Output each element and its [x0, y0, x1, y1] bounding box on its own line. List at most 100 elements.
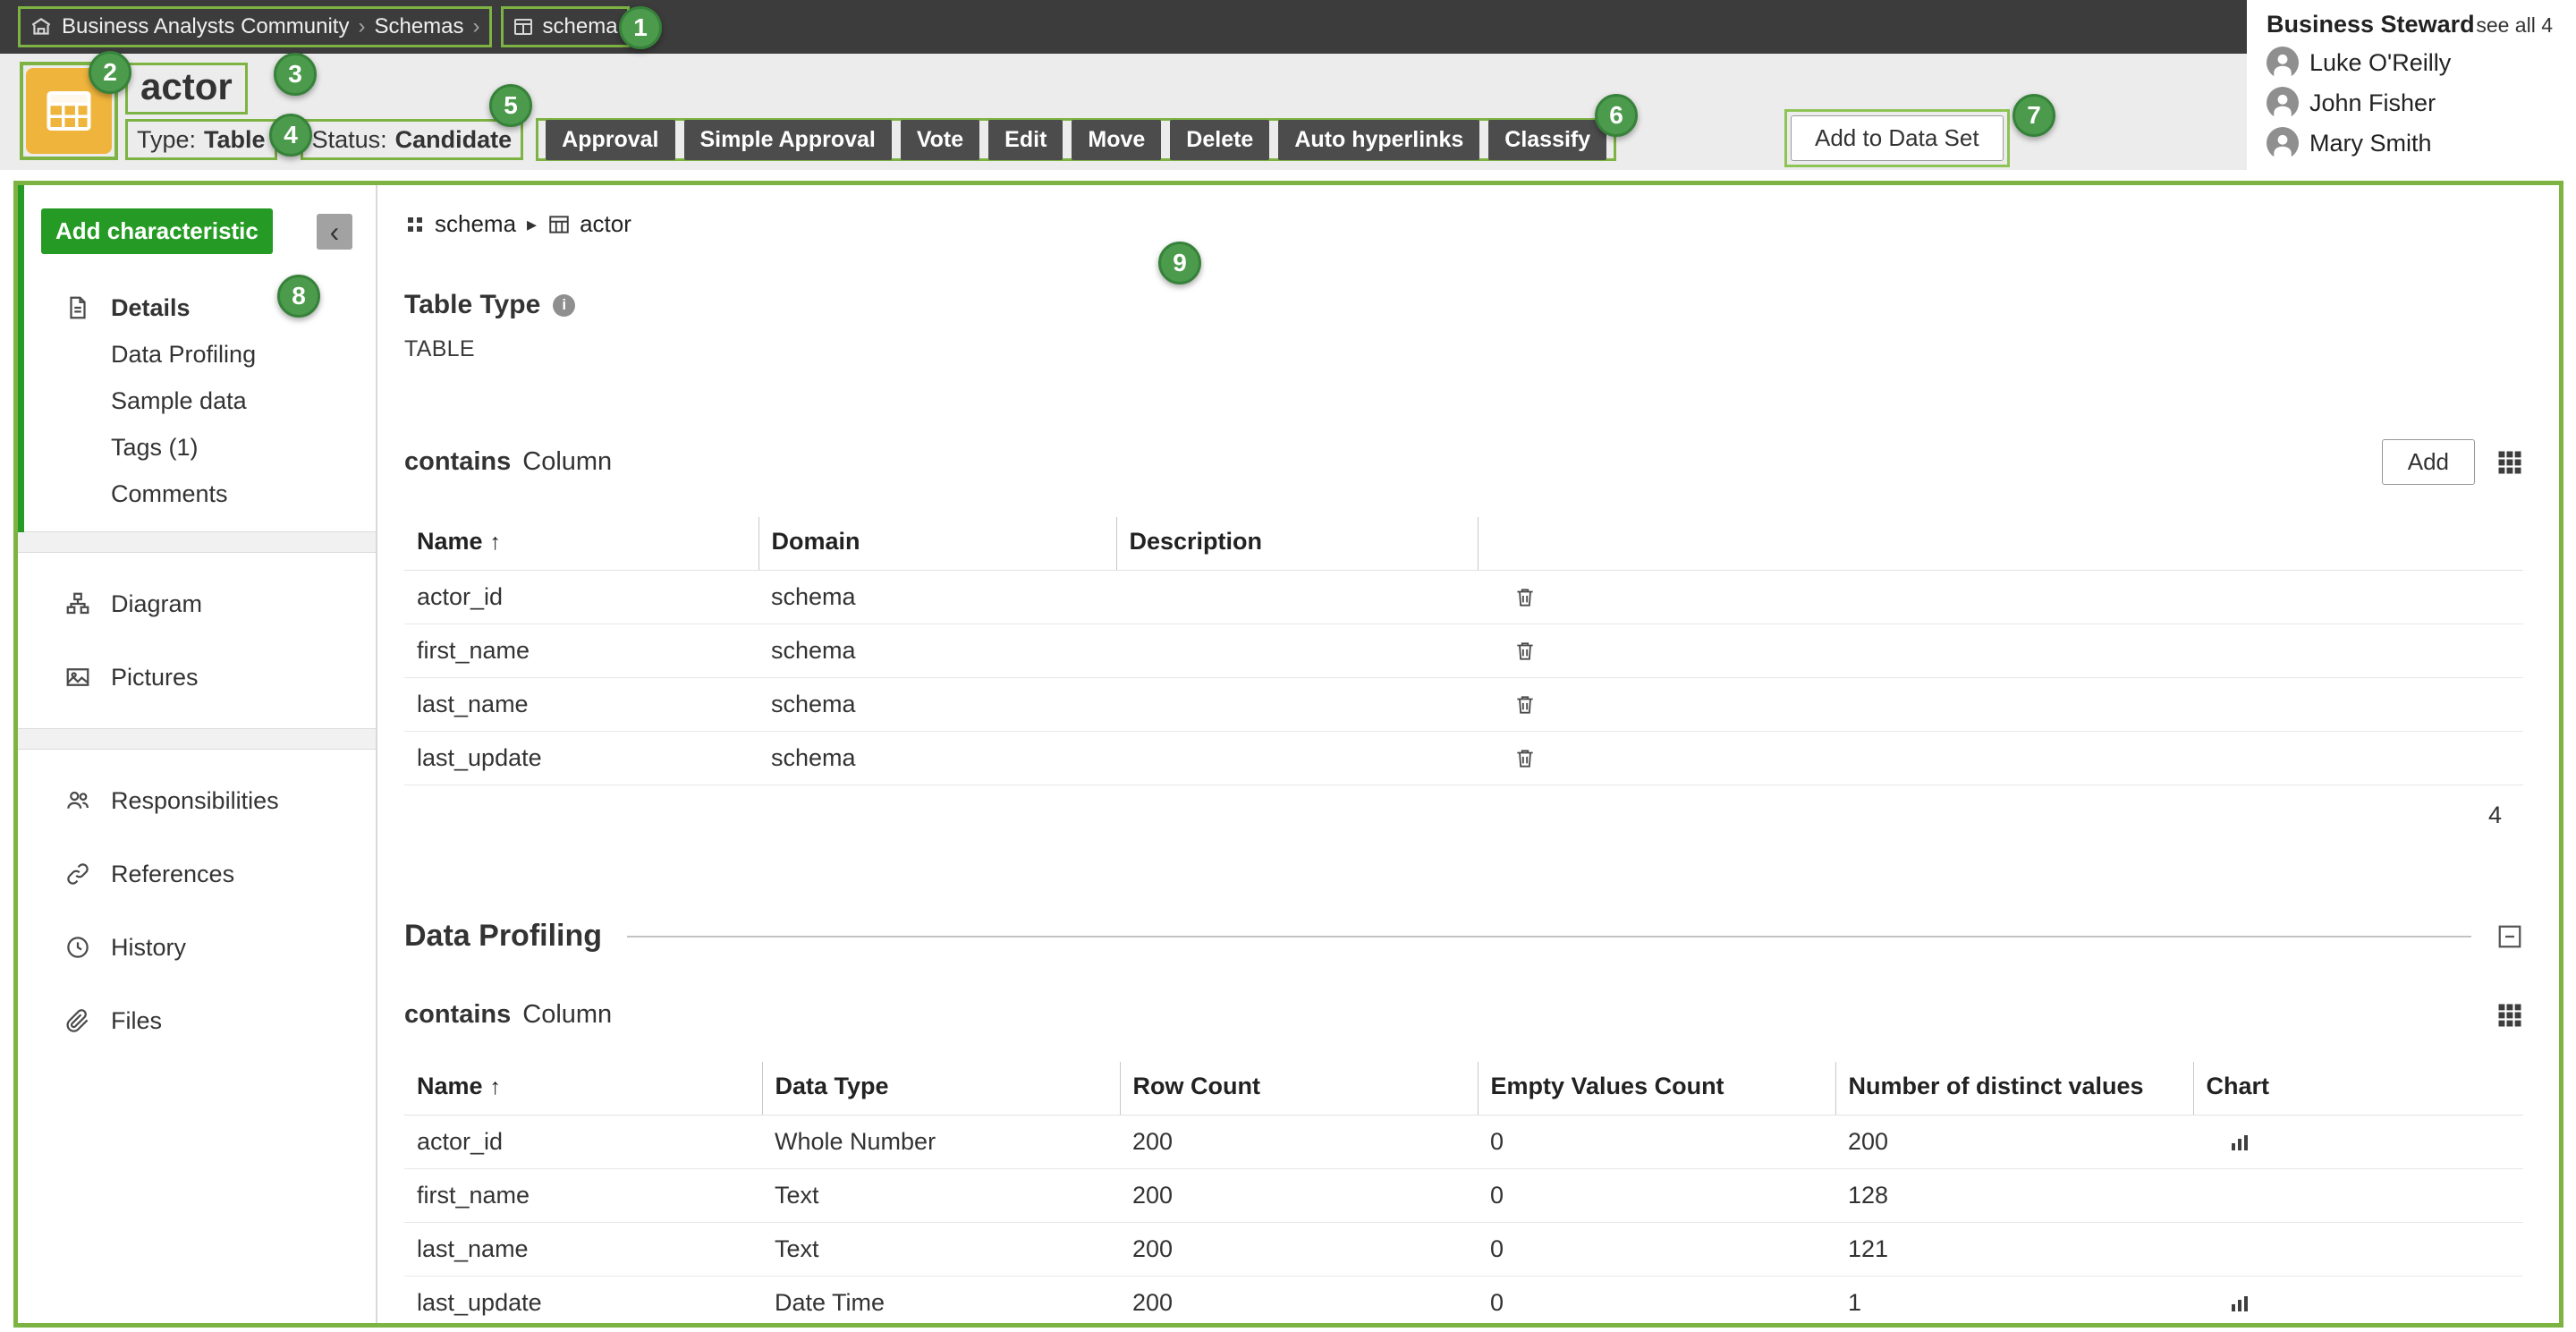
cell-name[interactable]: last_name [404, 1223, 762, 1277]
add-column-button[interactable]: Add [2382, 439, 2475, 485]
sidebar-item-details[interactable]: Details [18, 284, 376, 331]
breadcrumb-schema[interactable]: schema [543, 14, 618, 39]
sidebar-item-label: Responsibilities [111, 787, 279, 815]
sidebar-item-data-profiling[interactable]: Data Profiling [18, 331, 376, 378]
bar-chart-icon[interactable] [2229, 1293, 2250, 1314]
edit-button[interactable]: Edit [988, 120, 1063, 160]
section-title: Data Profiling [404, 919, 602, 954]
status-value: Candidate [395, 126, 513, 154]
info-icon[interactable]: i [553, 294, 575, 317]
crumb-schema[interactable]: schema [435, 210, 516, 238]
auto-hyperlinks-button[interactable]: Auto hyperlinks [1278, 120, 1479, 160]
sidebar-item-sample-data[interactable]: Sample data [18, 378, 376, 424]
approval-button[interactable]: Approval [546, 120, 674, 160]
cell-domain[interactable]: schema [758, 571, 1116, 624]
sidebar-item-files[interactable]: Files [18, 984, 376, 1057]
sidebar-item-responsibilities[interactable]: Responsibilities [18, 764, 376, 837]
column-header-name[interactable]: Name↑ [404, 517, 758, 571]
add-to-dataset-button[interactable]: Add to Data Set [1791, 115, 2004, 161]
header-stack: Business Analysts Community › Schemas › … [0, 0, 2247, 170]
move-button[interactable]: Move [1072, 120, 1161, 160]
vote-button[interactable]: Vote [901, 120, 979, 160]
delete-icon[interactable] [1513, 747, 1537, 770]
cell-domain[interactable]: schema [758, 678, 1116, 732]
sidebar-item-label: Files [111, 1007, 162, 1035]
classify-button[interactable]: Classify [1488, 120, 1606, 160]
asset-body: Add characteristic ‹ Details Data Profil… [13, 181, 2563, 1328]
avatar-icon [2267, 47, 2299, 79]
cell-data-type: Text [762, 1223, 1120, 1277]
column-header-data-type[interactable]: Data Type [762, 1062, 1120, 1116]
cell-distinct: 200 [1835, 1116, 2193, 1169]
table-type-value: TABLE [404, 336, 2523, 362]
sidebar: Add characteristic ‹ Details Data Profil… [18, 185, 377, 1323]
person-name: Luke O'Reilly [2309, 49, 2451, 77]
sidebar-item-label: Tags (1) [111, 434, 199, 462]
cell-name[interactable]: last_name [404, 678, 758, 732]
cell-name[interactable]: last_update [404, 1277, 762, 1324]
annotation-callout-7: 7 [2012, 94, 2055, 137]
table-row: last_update Date Time 200 0 1 [404, 1277, 2523, 1324]
add-to-dataset-highlight: Add to Data Set [1784, 109, 2010, 167]
column-header-row-count[interactable]: Row Count [1120, 1062, 1478, 1116]
cell-name[interactable]: actor_id [404, 571, 758, 624]
chevron-right-icon: › [358, 14, 365, 39]
link-icon [63, 861, 93, 887]
column-header-chart: Chart [2193, 1062, 2523, 1116]
cell-empty-count: 0 [1478, 1116, 1835, 1169]
sidebar-item-pictures[interactable]: Pictures [18, 641, 376, 714]
delete-icon[interactable] [1513, 640, 1537, 663]
person-name: Mary Smith [2309, 130, 2432, 157]
sidebar-item-comments[interactable]: Comments [18, 471, 376, 517]
column-header-domain[interactable]: Domain [758, 517, 1116, 571]
steward-person[interactable]: John Fisher [2267, 87, 2553, 119]
table-type-heading: Table Type i [404, 290, 2523, 320]
cell-row-count: 200 [1120, 1116, 1478, 1169]
add-characteristic-button[interactable]: Add characteristic [41, 208, 273, 254]
sidebar-item-label: Details [111, 294, 191, 322]
sidebar-item-label: Pictures [111, 664, 199, 691]
delete-button[interactable]: Delete [1170, 120, 1269, 160]
sidebar-item-tags[interactable]: Tags (1) [18, 424, 376, 471]
columns-table: Name↑ Domain Description actor_id schema [404, 517, 2523, 785]
steward-person[interactable]: Mary Smith [2267, 127, 2553, 159]
table-row: actor_id Whole Number 200 0 200 [404, 1116, 2523, 1169]
cell-description [1116, 678, 1478, 732]
cell-distinct: 1 [1835, 1277, 2193, 1324]
table-row: last_update schema [404, 732, 2523, 785]
annotation-callout-9: 9 [1158, 242, 1201, 284]
column-header-distinct-values[interactable]: Number of distinct values [1835, 1062, 2193, 1116]
sidebar-item-history[interactable]: History [18, 911, 376, 984]
cell-name[interactable]: actor_id [404, 1116, 762, 1169]
cell-domain[interactable]: schema [758, 624, 1116, 678]
column-header-description[interactable]: Description [1116, 517, 1478, 571]
cell-domain[interactable]: schema [758, 732, 1116, 785]
bar-chart-icon[interactable] [2229, 1132, 2250, 1153]
cell-name[interactable]: first_name [404, 624, 758, 678]
delete-icon[interactable] [1513, 693, 1537, 717]
cell-row-count: 200 [1120, 1169, 1478, 1223]
breadcrumb-community[interactable]: Business Analysts Community [62, 14, 349, 39]
steward-person[interactable]: Luke O'Reilly [2267, 47, 2553, 79]
avatar-icon [2267, 87, 2299, 119]
section-tools: Add [2382, 439, 2523, 485]
collapse-sidebar-button[interactable]: ‹ [317, 214, 352, 250]
cell-name[interactable]: last_update [404, 732, 758, 785]
sort-ascending-icon: ↑ [490, 1074, 502, 1099]
sidebar-item-diagram[interactable]: Diagram [18, 567, 376, 641]
see-all-link[interactable]: see all 4 [2476, 13, 2553, 38]
delete-icon[interactable] [1513, 586, 1537, 609]
table-display-options-icon[interactable] [2496, 449, 2523, 476]
simple-approval-button[interactable]: Simple Approval [684, 120, 892, 160]
collapse-section-icon[interactable] [2496, 923, 2523, 950]
annotation-callout-1: 1 [619, 6, 662, 49]
steward-role-title: Business Steward [2267, 11, 2475, 38]
cell-name[interactable]: first_name [404, 1169, 762, 1223]
sidebar-item-label: Diagram [111, 590, 202, 618]
table-display-options-icon[interactable] [2496, 1002, 2523, 1029]
sidebar-item-references[interactable]: References [18, 837, 376, 911]
breadcrumb-schemas[interactable]: Schemas [374, 14, 463, 39]
column-header-name[interactable]: Name↑ [404, 1062, 762, 1116]
avatar-icon [2267, 127, 2299, 159]
column-header-empty-values[interactable]: Empty Values Count [1478, 1062, 1835, 1116]
